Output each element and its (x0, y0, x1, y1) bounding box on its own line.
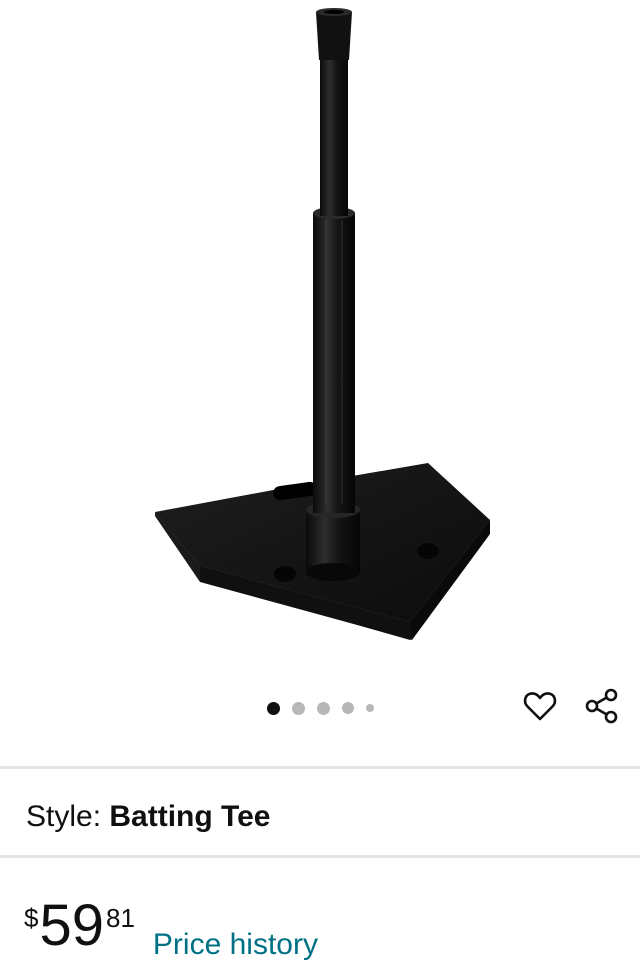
carousel-dot-2[interactable] (291, 701, 305, 715)
style-value: Batting Tee (109, 800, 271, 833)
divider (0, 855, 640, 858)
price-fraction: 81 (105, 903, 135, 933)
batting-tee-image (155, 8, 490, 640)
heart-outline-icon (523, 692, 557, 721)
share-button[interactable] (582, 686, 622, 726)
product-image[interactable] (0, 0, 640, 680)
price-history-link[interactable]: Price history (153, 927, 318, 963)
carousel-dot-5[interactable] (365, 704, 374, 712)
style-label: Style: (26, 800, 110, 833)
carousel-dot-3[interactable] (316, 701, 330, 715)
style-selector[interactable]: Style: Batting Tee (26, 798, 271, 836)
price-whole: 59 (39, 893, 104, 958)
wishlist-button[interactable] (520, 686, 560, 726)
divider (0, 766, 640, 769)
carousel-dot-1[interactable] (266, 701, 280, 715)
product-actions (520, 686, 622, 726)
share-icon (585, 688, 618, 724)
price-currency-symbol: $ (24, 903, 39, 933)
price-block: $ 59 81 Price history (24, 893, 318, 963)
carousel-dot-4[interactable] (341, 702, 354, 714)
